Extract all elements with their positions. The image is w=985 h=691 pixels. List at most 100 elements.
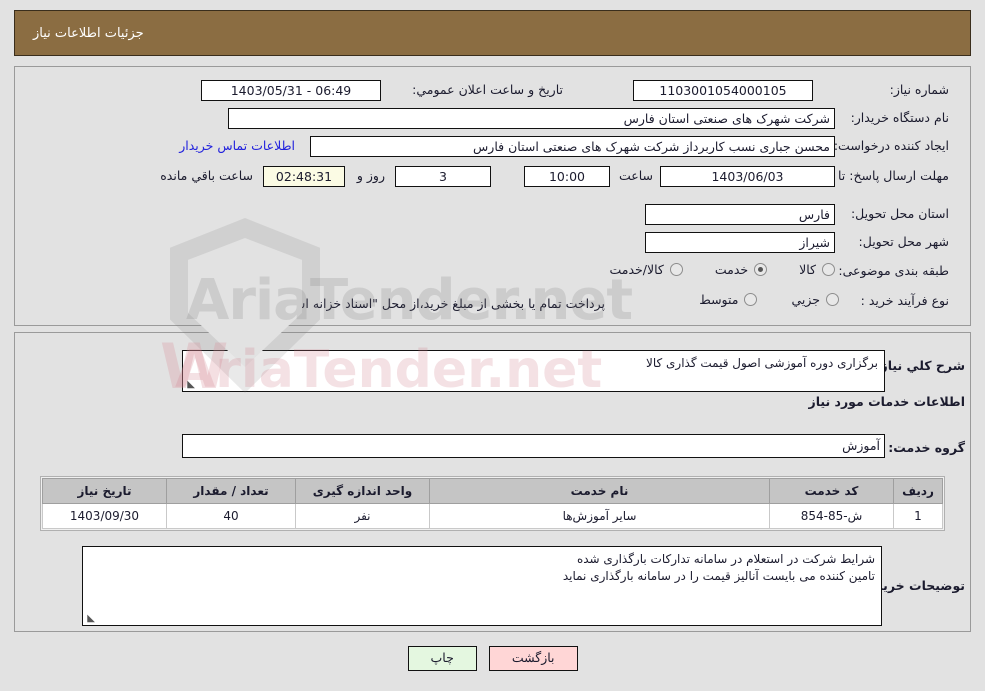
- purchase-type-label: نوع فرآیند خرید :: [860, 293, 949, 308]
- resize-grip-icon-notes[interactable]: ◣: [85, 614, 95, 624]
- row-need-number: شماره نیاز:: [890, 82, 949, 97]
- service-group-value-wrap: آموزش: [182, 434, 885, 458]
- radio-icon-motavaset[interactable]: [744, 293, 758, 306]
- row-province: استان محل تحویل:: [851, 206, 949, 221]
- print-button[interactable]: چاپ: [407, 646, 477, 671]
- purchase-type-radio-group: جزیي متوسط: [699, 292, 839, 307]
- province-label: استان محل تحویل:: [850, 206, 949, 221]
- deadline-date-wrap: 1403/06/03: [660, 166, 835, 187]
- category-option-kala-khedmat[interactable]: کالا/خدمت: [609, 262, 683, 277]
- need-info-panel: [14, 66, 971, 326]
- radio-icon-kala-khedmat[interactable]: [669, 263, 683, 276]
- deadline-remaining-label: ساعت باقي مانده: [160, 168, 253, 183]
- city-field[interactable]: شیراز: [645, 232, 835, 253]
- purchase-option-jozyi-label: جزیي: [791, 292, 820, 307]
- deadline-time-wrap: 10:00: [524, 166, 610, 187]
- buyer-notes-line-2: تامین کننده می بایست آنالیز قیمت را در س…: [562, 569, 875, 583]
- buyer-notes-line-1: شرایط شرکت در استعلام در سامانه تدارکات …: [576, 552, 875, 566]
- services-section-title: اطلاعات خدمات مورد نیاز: [808, 394, 966, 409]
- requester-field[interactable]: محسن جباری نسب کاربرداز شرکت شهرک های صن…: [310, 136, 835, 157]
- general-desc-value: برگزاری دوره آموزشی اصول قیمت گذاری کالا: [645, 356, 878, 370]
- row-public-announce: تاریخ و ساعت اعلان عمومي:: [412, 82, 563, 97]
- col-quantity: تعداد / مقدار: [166, 478, 296, 504]
- col-unit: واحد اندازه گیری: [295, 478, 430, 504]
- need-number-field[interactable]: 1103001054000105: [633, 80, 813, 101]
- category-option-kala-label: کالا: [799, 262, 816, 277]
- cell-index: 1: [893, 503, 943, 529]
- general-desc-label: شرح کلي نیاز:: [875, 358, 965, 373]
- resize-grip-icon[interactable]: ◣: [185, 380, 195, 390]
- category-option-khedmat[interactable]: خدمت: [714, 262, 768, 277]
- radio-icon-khedmat[interactable]: [754, 263, 768, 276]
- page-title: جزئیات اطلاعات نیاز: [33, 25, 144, 41]
- purchase-type-note: پرداخت تمام یا بخشی از مبلغ خرید،از محل …: [206, 296, 605, 311]
- buyer-org-label: نام دستگاه خریدار:: [850, 110, 949, 125]
- requester-label: ایجاد کننده درخواست:: [833, 138, 949, 153]
- city-value-wrap: شیراز: [645, 232, 835, 253]
- service-group-label: گروه خدمت:: [888, 440, 965, 455]
- countdown-timer-field: 02:48:31: [263, 166, 345, 187]
- public-announce-value-wrap: 1403/05/31 - 06:49: [201, 80, 381, 101]
- table-row[interactable]: 1 ش-85-854 سایر آموزش‌ها نفر 40 1403/09/…: [42, 503, 943, 529]
- cell-code: ش-85-854: [769, 503, 894, 529]
- services-table-head: ردیف کد خدمت نام خدمت واحد اندازه گیری ت…: [42, 478, 943, 504]
- province-value-wrap: فارس: [645, 204, 835, 225]
- deadline-days-wrap: 3: [395, 166, 491, 187]
- purchase-option-motavaset-label: متوسط: [699, 292, 739, 307]
- col-name: نام خدمت: [429, 478, 770, 504]
- cell-unit: نفر: [295, 503, 430, 529]
- col-index: ردیف: [893, 478, 943, 504]
- row-purchase-type: نوع فرآیند خرید :: [861, 293, 949, 308]
- purchase-option-motavaset[interactable]: متوسط: [699, 292, 758, 307]
- page-header: جزئیات اطلاعات نیاز: [14, 10, 971, 56]
- requester-value-wrap: محسن جباری نسب کاربرداز شرکت شهرک های صن…: [310, 136, 835, 157]
- countdown-wrap: 02:48:31: [263, 166, 345, 187]
- public-announce-label: تاریخ و ساعت اعلان عمومي:: [412, 82, 563, 97]
- action-button-bar: بازگشت چاپ: [0, 646, 985, 671]
- services-table-body: 1 ش-85-854 سایر آموزش‌ها نفر 40 1403/09/…: [42, 503, 943, 529]
- services-table: ردیف کد خدمت نام خدمت واحد اندازه گیری ت…: [42, 478, 943, 529]
- cell-name: سایر آموزش‌ها: [429, 503, 770, 529]
- col-need-date: تاریخ نیاز: [42, 478, 167, 504]
- back-button[interactable]: بازگشت: [488, 646, 578, 671]
- deadline-days-label-wrap: روز و: [357, 168, 385, 183]
- cell-quantity: 40: [166, 503, 296, 529]
- col-code: کد خدمت: [769, 478, 894, 504]
- row-service-group: گروه خدمت:: [888, 440, 965, 455]
- row-deadline-label: مهلت ارسال پاسخ: تا تاریخ:: [805, 168, 949, 183]
- row-buyer-org: نام دستگاه خریدار:: [851, 110, 949, 125]
- row-general-desc: شرح کلي نیاز:: [876, 358, 965, 373]
- general-desc-textarea[interactable]: برگزاری دوره آموزشی اصول قیمت گذاری کالا…: [182, 350, 885, 392]
- row-category: طبقه بندی موضوعی:: [838, 263, 949, 278]
- purchase-note-wrap: پرداخت تمام یا بخشی از مبلغ خرید،از محل …: [206, 296, 605, 311]
- deadline-remaining-label-wrap: ساعت باقي مانده: [160, 168, 253, 183]
- public-announce-field[interactable]: 1403/05/31 - 06:49: [201, 80, 381, 101]
- deadline-date-field[interactable]: 1403/06/03: [660, 166, 835, 187]
- deadline-time-label-wrap: ساعت: [619, 168, 653, 183]
- row-requester: ایجاد کننده درخواست:: [834, 138, 949, 153]
- deadline-days-field[interactable]: 3: [395, 166, 491, 187]
- radio-icon-jozyi[interactable]: [826, 293, 839, 306]
- buyer-contact-link[interactable]: اطلاعات تماس خریدار: [179, 138, 295, 153]
- purchase-option-jozyi[interactable]: جزیي: [791, 292, 839, 307]
- table-header-row: ردیف کد خدمت نام خدمت واحد اندازه گیری ت…: [42, 478, 943, 504]
- category-label: طبقه بندی موضوعی:: [838, 263, 949, 278]
- row-city: شهر محل تحویل:: [859, 234, 949, 249]
- buyer-org-field[interactable]: شرکت شهرک های صنعتی استان فارس: [228, 108, 835, 129]
- buyer-notes-textarea[interactable]: شرایط شرکت در استعلام در سامانه تدارکات …: [82, 546, 882, 626]
- deadline-days-label: روز و: [356, 168, 385, 183]
- contact-link-wrap: اطلاعات تماس خریدار: [179, 138, 295, 153]
- radio-icon-kala[interactable]: [822, 263, 835, 276]
- province-field[interactable]: فارس: [645, 204, 835, 225]
- city-label: شهر محل تحویل:: [858, 234, 949, 249]
- deadline-time-field[interactable]: 10:00: [524, 166, 610, 187]
- buyer-org-value-wrap: شرکت شهرک های صنعتی استان فارس: [228, 108, 835, 129]
- services-table-wrapper: ردیف کد خدمت نام خدمت واحد اندازه گیری ت…: [40, 476, 945, 531]
- need-number-value-wrap: 1103001054000105: [633, 80, 813, 101]
- cell-need-date: 1403/09/30: [42, 503, 167, 529]
- category-option-kala[interactable]: کالا: [799, 262, 835, 277]
- category-option-khedmat-label: خدمت: [714, 262, 749, 277]
- category-radio-group: کالا خدمت کالا/خدمت: [609, 262, 835, 277]
- service-group-field[interactable]: آموزش: [182, 434, 885, 458]
- category-option-kala-khedmat-label: کالا/خدمت: [609, 262, 664, 277]
